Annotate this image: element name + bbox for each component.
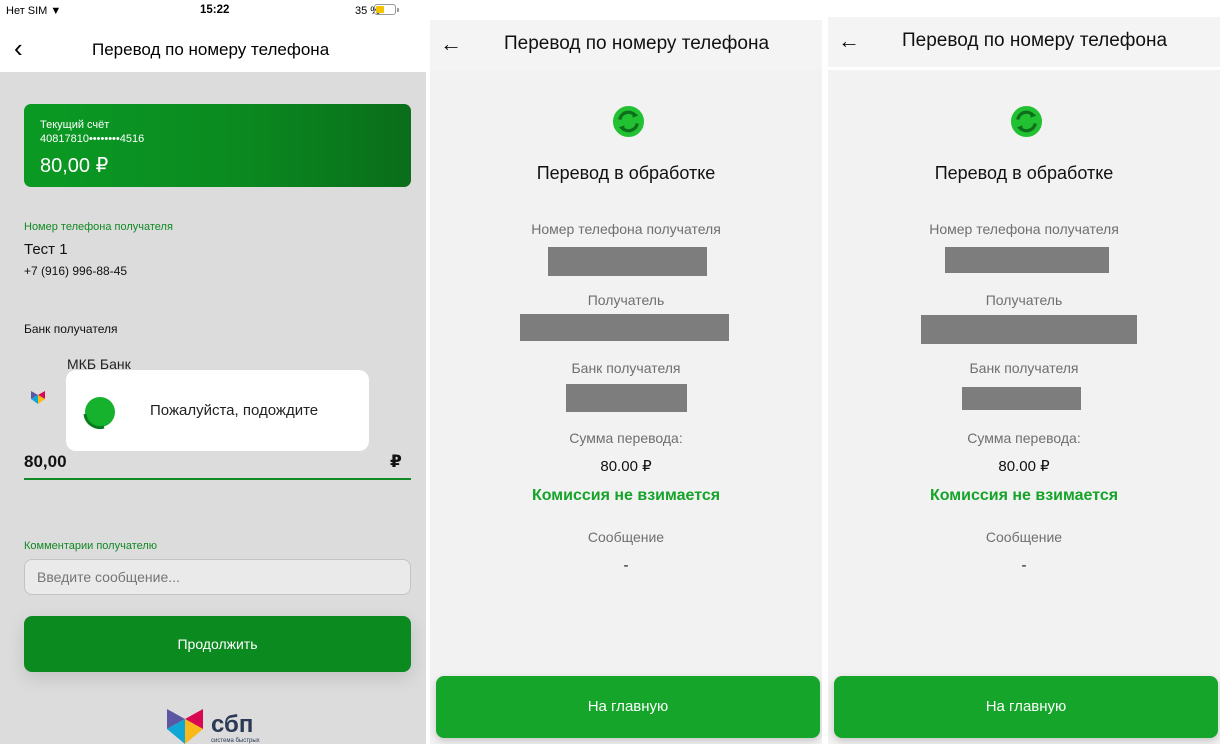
comment-label: Комментарии получателю xyxy=(24,540,158,552)
back-chevron-icon[interactable]: ‹ xyxy=(14,34,23,62)
carrier-label: Нет SIM ▼ xyxy=(6,5,62,17)
app-bar-title: Перевод по номеру телефона xyxy=(902,30,1168,51)
bank-label: Банк получателя xyxy=(571,360,681,376)
account-name: Текущий счёт xyxy=(40,119,110,131)
currency-sign: ₽ xyxy=(390,452,402,471)
amount-underline xyxy=(24,478,411,480)
redacted-bank xyxy=(566,384,687,412)
recipient-label: Получатель xyxy=(985,292,1063,308)
recipient-phone-label: Номер телефона получателя xyxy=(929,221,1119,237)
app-bar: ← Перевод по номеру телефона xyxy=(828,17,1220,67)
message-label: Сообщение xyxy=(587,529,665,545)
sbp-logo-subtitle: система быстрых xyxy=(211,738,260,744)
status-title: Перевод в обработке xyxy=(934,163,1114,183)
recipient-name[interactable]: Тест 1 xyxy=(24,241,68,258)
redacted-phone xyxy=(945,247,1109,273)
app-bar-title: Перевод по номеру телефона xyxy=(504,33,770,54)
loading-spinner-icon xyxy=(83,397,115,430)
loading-message: Пожалуйста, подождите xyxy=(150,402,319,419)
clock: 15:22 xyxy=(200,4,230,16)
fee-notice: Комиссия не взимается xyxy=(929,487,1119,504)
battery-icon xyxy=(374,4,399,15)
sbp-logo-icon xyxy=(167,709,203,744)
back-arrow-icon[interactable]: ← xyxy=(838,27,860,55)
redacted-recipient xyxy=(520,314,729,341)
app-bar: ← Перевод по номеру телефона xyxy=(430,20,822,70)
recipient-phone-label: Номер телефона получателя xyxy=(531,221,721,237)
amount-value: 80.00 ₽ xyxy=(600,458,652,475)
page-title: Перевод по номеру телефона xyxy=(92,40,330,59)
ios-transfer-screen: Нет SIM ▼ 15:22 35 % ‹ Перевод по номеру… xyxy=(0,0,426,744)
amount-label: Сумма перевода: xyxy=(967,430,1081,446)
recipient-phone-label: Номер телефона получателя xyxy=(24,221,173,233)
message-value: - xyxy=(623,557,629,574)
amount-label: Сумма перевода: xyxy=(569,430,683,446)
sbp-logo-word: сбп xyxy=(211,711,254,738)
processing-icon xyxy=(1010,105,1043,138)
message-label: Сообщение xyxy=(985,529,1063,545)
amount-value: 80.00 ₽ xyxy=(998,458,1050,475)
loading-dialog: Пожалуйста, подождите xyxy=(66,370,369,451)
recipient-phone: +7 (916) 996-88-45 xyxy=(24,264,128,278)
home-button[interactable]: На главную xyxy=(834,676,1218,738)
redacted-bank xyxy=(962,387,1081,410)
account-balance: 80,00 ₽ xyxy=(40,155,109,177)
continue-button[interactable]: Продолжить xyxy=(24,616,411,672)
redacted-phone xyxy=(548,247,707,276)
processing-screen-2: ← Перевод по номеру телефона Перевод в о… xyxy=(828,0,1220,744)
status-bar: Нет SIM ▼ 15:22 35 % xyxy=(0,0,426,26)
recipient-label: Получатель xyxy=(587,292,665,308)
sbp-small-icon xyxy=(31,391,45,404)
bank-label: Банк получателя xyxy=(24,322,118,336)
wifi-icon: ▼ xyxy=(50,5,62,17)
back-arrow-icon[interactable]: ← xyxy=(440,30,462,58)
redacted-recipient xyxy=(921,315,1137,344)
sbp-logo: сбп система быстрых xyxy=(163,705,273,744)
amount-input[interactable]: 80,00 xyxy=(24,452,67,472)
account-card[interactable]: Текущий счёт 40817810••••••••4516 80,00 … xyxy=(24,104,411,187)
processing-icon xyxy=(612,105,645,138)
comment-input[interactable] xyxy=(24,559,411,595)
account-number: 40817810••••••••4516 xyxy=(40,133,145,145)
status-title: Перевод в обработке xyxy=(536,163,716,183)
nav-bar: ‹ Перевод по номеру телефона xyxy=(0,26,426,72)
home-button[interactable]: На главную xyxy=(436,676,820,738)
processing-screen-1: ← Перевод по номеру телефона Перевод в о… xyxy=(430,0,822,744)
bank-label: Банк получателя xyxy=(969,360,1079,376)
fee-notice: Комиссия не взимается xyxy=(531,487,721,504)
message-value: - xyxy=(1021,557,1027,574)
